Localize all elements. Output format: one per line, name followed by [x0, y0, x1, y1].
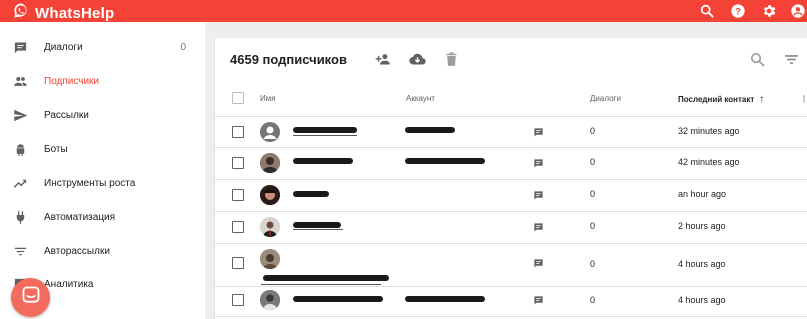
filter-icon[interactable]	[782, 50, 800, 68]
redacted-name	[293, 127, 357, 133]
row-divider	[215, 116, 807, 117]
sidebar-item-label: Диалоги	[44, 41, 83, 53]
dialogs-count: 0	[590, 221, 596, 231]
dialogs-count: 0	[590, 157, 596, 167]
dialogs-count: 0	[590, 295, 596, 305]
redacted-name	[293, 296, 383, 302]
column-header-label: Последний контакт	[678, 95, 755, 104]
redacted-name	[293, 191, 329, 197]
row-divider	[215, 243, 807, 244]
sidebar: Диалоги 0 Подписчики Рассылки Боты Инстр…	[0, 22, 205, 319]
top-app-bar: WhatsHelp ?	[0, 0, 807, 22]
delete-icon[interactable]	[442, 50, 460, 68]
row-checkbox[interactable]	[232, 126, 244, 138]
last-contact-time: 4 hours ago	[678, 295, 726, 305]
avatar	[260, 217, 280, 237]
sidebar-item-label: Боты	[44, 143, 68, 155]
column-header-last-contact[interactable]: Последний контакт ↑	[678, 94, 764, 105]
trending-up-icon	[13, 176, 28, 191]
account-avatar-icon[interactable]	[789, 2, 806, 19]
column-header-account[interactable]: Аккаунт	[406, 94, 435, 103]
avatar	[260, 153, 280, 173]
row-divider	[215, 316, 807, 317]
avatar	[260, 290, 280, 310]
avatar	[260, 122, 280, 142]
row-divider	[215, 286, 807, 287]
chat-launcher-button[interactable]	[11, 278, 50, 317]
column-header-dialogs[interactable]: Диалоги	[590, 94, 621, 103]
message-icon[interactable]	[533, 156, 544, 168]
name-link-underline	[261, 284, 381, 285]
sort-ascending-icon[interactable]: ↑	[759, 94, 764, 105]
sidebar-item-label: Аналитика	[44, 278, 94, 290]
sidebar-item-growth-tools[interactable]: Инструменты роста	[0, 168, 205, 198]
message-icon[interactable]	[533, 293, 544, 305]
plug-icon	[13, 210, 28, 225]
sidebar-item-subscribers[interactable]: Подписчики	[0, 66, 205, 96]
row-checkbox[interactable]	[232, 189, 244, 201]
sidebar-item-label: Авторассылки	[44, 245, 110, 257]
message-icon[interactable]	[533, 256, 544, 268]
redacted-name	[293, 222, 341, 228]
avatar	[260, 249, 280, 269]
column-header-name[interactable]: Имя	[260, 94, 276, 103]
sidebar-item-label: Инструменты роста	[44, 177, 136, 189]
avatar	[260, 185, 280, 205]
last-contact-time: an hour ago	[678, 189, 727, 199]
search-icon[interactable]	[748, 50, 766, 68]
row-divider	[215, 211, 807, 212]
help-icon[interactable]: ?	[729, 2, 746, 19]
dialogs-count: 0	[590, 189, 596, 199]
row-checkbox[interactable]	[232, 157, 244, 169]
row-checkbox[interactable]	[232, 221, 244, 233]
send-icon	[13, 108, 28, 123]
sidebar-item-label: Автоматизация	[44, 211, 116, 223]
row-divider	[215, 179, 807, 180]
add-subscriber-icon[interactable]	[374, 50, 392, 68]
search-icon[interactable]	[698, 2, 715, 19]
settings-gear-icon[interactable]	[760, 2, 777, 19]
redacted-name	[263, 275, 389, 281]
cloud-download-icon[interactable]	[408, 50, 426, 68]
dialogs-count: 0	[590, 259, 596, 269]
sidebar-item-automation[interactable]: Автоматизация	[0, 202, 205, 232]
sidebar-item-label: Рассылки	[44, 109, 89, 121]
chat-icon	[13, 40, 28, 55]
sidebar-item-broadcasts[interactable]: Рассылки	[0, 100, 205, 130]
last-contact-time: 4 hours ago	[678, 259, 726, 269]
page-title: 4659 подписчиков	[230, 52, 347, 67]
redacted-account	[405, 296, 485, 302]
android-bot-icon	[13, 142, 28, 157]
name-link-underline	[293, 135, 357, 136]
svg-text:?: ?	[735, 6, 741, 16]
sidebar-item-autobroadcasts[interactable]: Авторассылки	[0, 236, 205, 266]
sidebar-item-dialogs[interactable]: Диалоги 0	[0, 32, 205, 62]
row-checkbox[interactable]	[232, 257, 244, 269]
redacted-account	[405, 158, 485, 164]
select-all-checkbox[interactable]	[232, 92, 244, 104]
chat-bubble-icon	[21, 285, 41, 310]
message-icon[interactable]	[533, 188, 544, 200]
redacted-account	[405, 127, 455, 133]
message-icon[interactable]	[533, 125, 544, 137]
row-checkbox[interactable]	[232, 294, 244, 306]
last-contact-time: 2 hours ago	[678, 221, 726, 231]
last-contact-time: 42 minutes ago	[678, 157, 740, 167]
app-name: WhatsHelp	[35, 5, 115, 22]
sidebar-item-label: Подписчики	[44, 75, 100, 87]
people-icon	[13, 74, 28, 89]
dialogs-count-badge: 0	[180, 41, 186, 53]
dialogs-count: 0	[590, 126, 596, 136]
row-divider	[215, 147, 807, 148]
redacted-name	[293, 158, 353, 164]
filter-list-icon	[13, 244, 28, 259]
message-icon[interactable]	[533, 220, 544, 232]
last-contact-time: 32 minutes ago	[678, 126, 740, 136]
subscribers-card: 4659 подписчиков Имя Аккаунт Диалоги Пос…	[215, 38, 807, 319]
name-link-underline	[293, 229, 343, 230]
column-header-overflow: |	[803, 94, 806, 103]
sidebar-item-bots[interactable]: Боты	[0, 134, 205, 164]
